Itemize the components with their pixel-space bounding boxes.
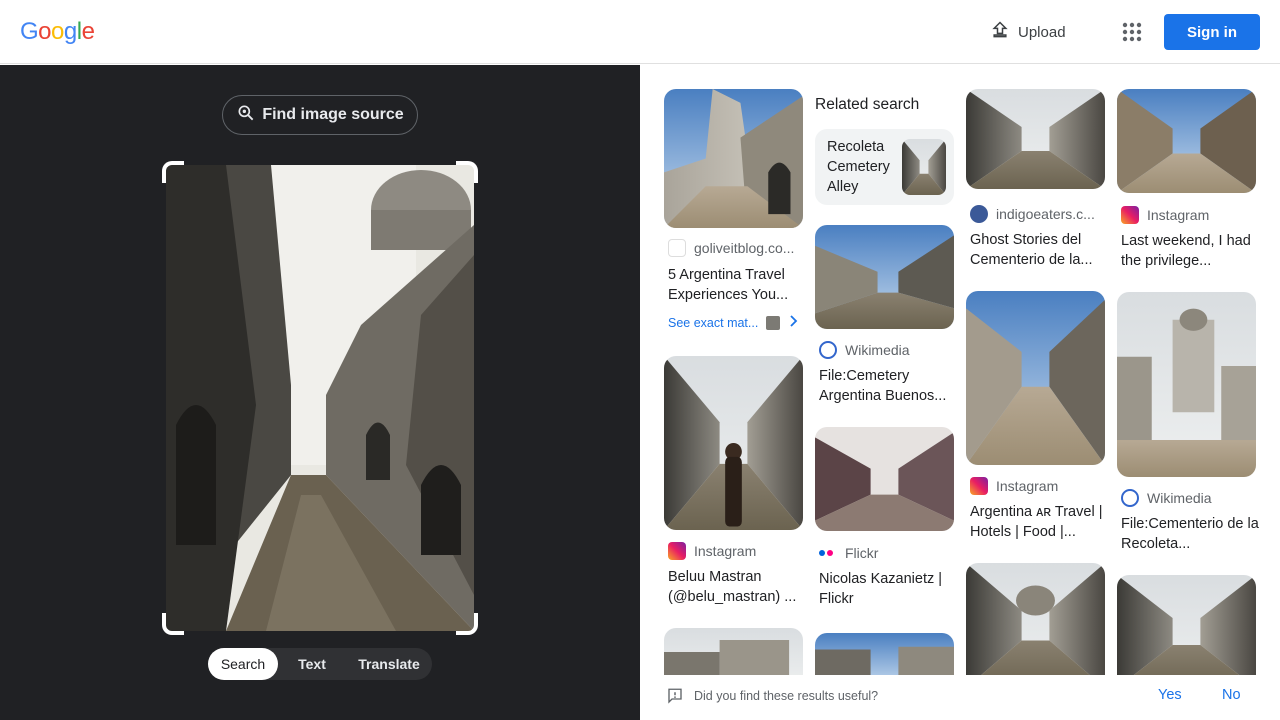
logo-letter: e — [81, 18, 95, 45]
instagram-icon — [668, 542, 686, 560]
upload-label: Upload — [1018, 23, 1066, 41]
find-image-source-button[interactable]: Find image source — [222, 95, 418, 135]
result-thumbnail[interactable] — [966, 291, 1105, 465]
blog-icon — [668, 239, 686, 257]
result-source[interactable]: goliveitblog.co... — [668, 239, 794, 257]
upload-button[interactable]: Upload — [990, 18, 1066, 46]
feedback-icon — [666, 687, 684, 710]
logo-letter: o — [51, 18, 64, 45]
result-title[interactable]: File:Cementerio de la Recoleta... — [1121, 514, 1259, 554]
logo-letter: o — [38, 18, 52, 45]
query-image-panel: Find image source Search Text Translate — [0, 65, 640, 720]
related-search-label: Recoleta Cemetery Alley — [827, 139, 890, 195]
result-thumbnail[interactable] — [664, 89, 803, 228]
result-source[interactable]: Wikimedia — [1121, 489, 1212, 507]
results-panel: goliveitblog.co... 5 Argentina Travel Ex… — [640, 65, 1280, 720]
related-search-heading: Related search — [815, 96, 920, 113]
flickr-icon — [819, 544, 837, 562]
result-thumbnail[interactable] — [815, 225, 954, 329]
mode-switcher: Search Text Translate — [208, 648, 432, 680]
result-source[interactable]: Flickr — [819, 544, 878, 562]
result-title[interactable]: Ghost Stories del Cementerio de la... — [970, 230, 1108, 270]
result-thumbnail[interactable] — [1117, 575, 1256, 688]
crop-area[interactable] — [162, 161, 478, 635]
feedback-bar: Did you find these results useful? Yes N… — [640, 675, 1280, 720]
wikimedia-icon — [1121, 489, 1139, 507]
google-logo[interactable]: Google — [20, 18, 95, 46]
query-image — [166, 165, 474, 631]
instagram-icon — [1121, 206, 1139, 224]
result-thumbnail[interactable] — [1117, 89, 1256, 193]
tab-translate[interactable]: Translate — [346, 648, 432, 680]
result-thumbnail[interactable] — [966, 89, 1105, 189]
result-title[interactable]: 5 Argentina Travel Experiences You... — [668, 265, 806, 305]
result-source[interactable]: Instagram — [1121, 206, 1209, 224]
crop-handle-top-left[interactable] — [162, 161, 184, 183]
result-thumbnail[interactable] — [966, 563, 1105, 688]
sign-in-button[interactable]: Sign in — [1164, 14, 1260, 50]
see-exact-matches-link[interactable]: See exact mat... — [668, 315, 798, 330]
result-source[interactable]: Instagram — [970, 477, 1058, 495]
logo-letter: g — [63, 18, 77, 45]
related-search-chip[interactable]: Recoleta Cemetery Alley — [815, 129, 954, 205]
feedback-no-button[interactable]: No — [1222, 687, 1241, 703]
tab-search[interactable]: Search — [208, 648, 278, 680]
lens-search-icon — [236, 103, 256, 128]
result-source[interactable]: Instagram — [668, 542, 756, 560]
result-title[interactable]: Beluu Mastran (@belu_mastran) ... — [668, 567, 806, 607]
header: Google Upload Sign in — [0, 0, 1280, 64]
related-search-thumbnail — [902, 139, 946, 195]
result-title[interactable]: Last weekend, I had the privilege... — [1121, 231, 1259, 271]
result-source[interactable]: indigoeaters.c... — [970, 205, 1095, 223]
result-title[interactable]: File:Cemetery Argentina Buenos... — [819, 366, 957, 406]
find-image-source-label: Find image source — [262, 106, 404, 123]
crop-handle-top-right[interactable] — [456, 161, 478, 183]
result-title[interactable]: Nicolas Kazanietz | Flickr — [819, 569, 957, 609]
logo-letter: G — [20, 18, 39, 45]
upload-icon — [990, 20, 1010, 44]
result-thumbnail[interactable] — [815, 427, 954, 531]
instagram-icon — [970, 477, 988, 495]
wordpress-icon — [970, 205, 988, 223]
feedback-yes-button[interactable]: Yes — [1158, 687, 1182, 703]
feedback-question: Did you find these results useful? — [694, 689, 879, 703]
tab-text[interactable]: Text — [278, 648, 346, 680]
chevron-right-icon — [788, 315, 798, 330]
result-thumbnail[interactable] — [664, 356, 803, 530]
apps-grid-icon[interactable] — [1120, 20, 1144, 44]
wikimedia-icon — [819, 341, 837, 359]
result-title[interactable]: Argentina ᴀʀ Travel | Hotels | Food |... — [970, 502, 1108, 542]
exact-match-thumb — [766, 315, 781, 330]
result-source[interactable]: Wikimedia — [819, 341, 910, 359]
crop-handle-bottom-right[interactable] — [456, 613, 478, 635]
result-thumbnail[interactable] — [1117, 292, 1256, 477]
crop-handle-bottom-left[interactable] — [162, 613, 184, 635]
